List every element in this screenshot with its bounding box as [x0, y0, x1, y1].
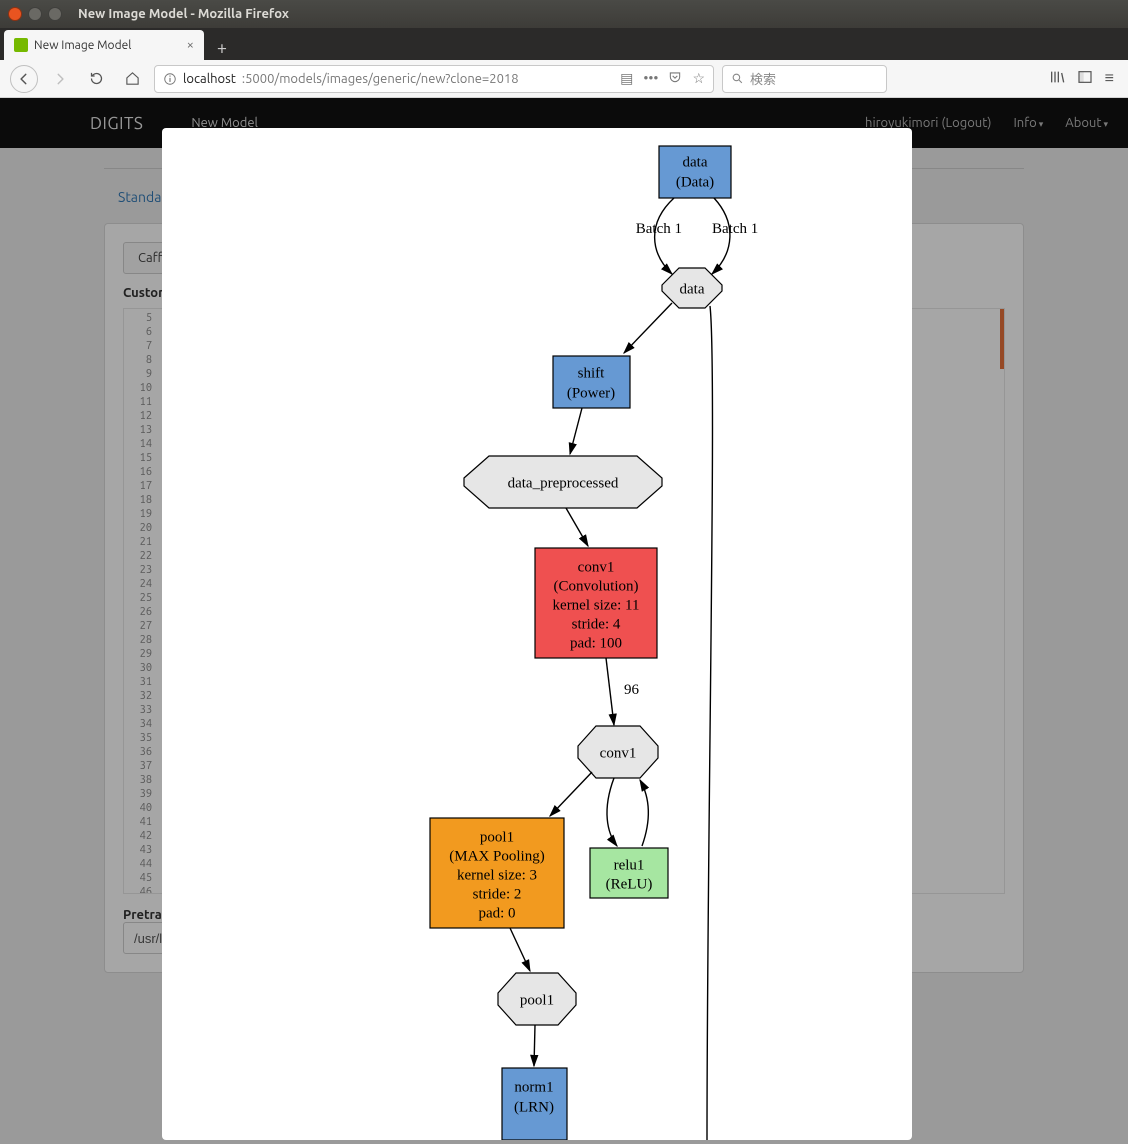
edge-label: Batch 1 [712, 221, 758, 237]
node-text: (MAX Pooling) [449, 848, 544, 864]
node-text: conv1 [578, 559, 615, 575]
node-text: stride: 2 [473, 886, 522, 902]
window-close-button[interactable] [8, 7, 22, 21]
node-text: (Power) [567, 385, 615, 401]
node-text: pad: 100 [570, 635, 622, 651]
node-text: shift [578, 365, 606, 381]
network-diagram: data (Data) data Batch 1 Batch 1 shift (… [162, 128, 912, 1140]
node-text: (LRN) [514, 1099, 554, 1115]
browser-tabstrip: New Image Model × + [0, 28, 1128, 60]
pocket-icon[interactable] [668, 70, 682, 87]
edge-label: Batch 1 [636, 221, 682, 237]
address-bar[interactable]: localhost :5000/models/images/generic/ne… [154, 65, 714, 93]
search-placeholder: 検索 [750, 69, 776, 88]
node-text: relu1 [614, 857, 645, 873]
node-text: (Convolution) [554, 578, 639, 594]
tab-close-button[interactable]: × [187, 38, 194, 52]
reload-button[interactable] [82, 65, 110, 93]
node-text: (ReLU) [606, 876, 653, 892]
network-diagram-modal: data (Data) data Batch 1 Batch 1 shift (… [162, 128, 912, 1140]
sidebar-icon[interactable] [1077, 69, 1093, 89]
bookmark-icon[interactable]: ☆ [692, 70, 705, 87]
window-titlebar: New Image Model - Mozilla Firefox [0, 0, 1128, 28]
menu-button[interactable]: ≡ [1105, 69, 1114, 89]
home-icon [125, 71, 140, 86]
info-icon [163, 72, 177, 86]
node-text: data_preprocessed [508, 475, 619, 491]
nav-forward-button[interactable] [46, 65, 74, 93]
node-text: pool1 [480, 829, 514, 845]
edge-label: 96 [624, 682, 640, 698]
reload-icon [89, 71, 104, 86]
url-path: :5000/models/images/generic/new?clone=20… [242, 72, 519, 86]
tab-title: New Image Model [34, 39, 131, 52]
window-maximize-button[interactable] [48, 7, 62, 21]
new-tab-button[interactable]: + [210, 36, 234, 60]
home-button[interactable] [118, 65, 146, 93]
browser-tab[interactable]: New Image Model × [4, 30, 204, 60]
favicon-icon [14, 38, 28, 52]
library-icon[interactable] [1049, 69, 1065, 89]
node-text: stride: 4 [572, 616, 621, 632]
url-host: localhost [183, 72, 236, 86]
node-text: kernel size: 11 [553, 597, 640, 613]
arrow-right-icon [53, 72, 67, 86]
search-icon [731, 72, 744, 85]
node-text: pad: 0 [478, 905, 515, 921]
node-text: (Data) [676, 174, 714, 190]
node-text: pool1 [520, 992, 554, 1008]
reader-icon[interactable]: ▤ [620, 70, 633, 87]
search-box[interactable]: 検索 [722, 65, 887, 93]
node-text: kernel size: 3 [457, 867, 537, 883]
arrow-left-icon [17, 72, 31, 86]
browser-toolbar: localhost :5000/models/images/generic/ne… [0, 60, 1128, 98]
window-minimize-button[interactable] [28, 7, 42, 21]
node-text: data [680, 281, 705, 297]
node-text: data [683, 154, 708, 170]
window-title: New Image Model - Mozilla Firefox [78, 7, 289, 21]
more-icon[interactable]: ••• [643, 70, 658, 87]
nav-back-button[interactable] [10, 65, 38, 93]
node-text: norm1 [514, 1079, 553, 1095]
node-text: conv1 [600, 745, 637, 761]
